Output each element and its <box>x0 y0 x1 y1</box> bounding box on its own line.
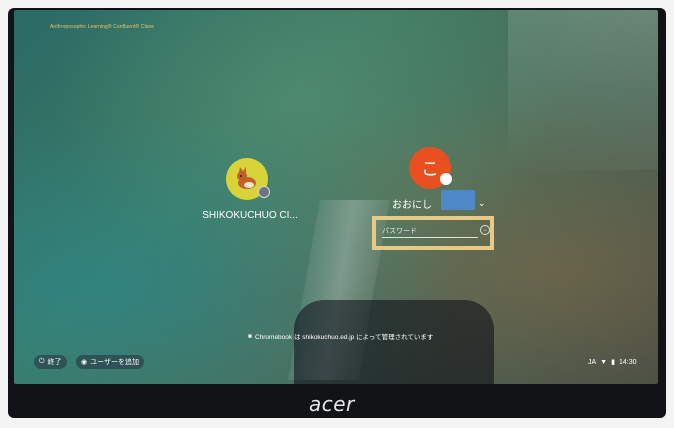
password-input[interactable] <box>382 225 478 238</box>
managed-badge-icon <box>258 186 270 198</box>
login-screen <box>14 10 658 384</box>
power-icon: ⏻ <box>39 358 45 365</box>
add-user-label: ユーザーを追加 <box>90 359 139 366</box>
arrow-right-icon[interactable]: → <box>480 225 490 235</box>
chevron-down-icon[interactable]: ⌄ <box>478 198 486 209</box>
wifi-icon: ▼ <box>600 358 608 366</box>
language-indicator: JA <box>588 358 597 366</box>
shutdown-button[interactable]: ⏻ 終了 <box>34 355 67 369</box>
avatar-initial: こ <box>421 159 439 179</box>
top-left-label: Anthroposophic Learning® Confluent® Clas… <box>50 24 154 30</box>
avatar-status-dot <box>440 173 452 185</box>
add-user-icon: ◉ <box>81 359 88 366</box>
managed-notice-text: Chromebook は shikokuchuo.ed.jp によって管理されて… <box>254 334 434 341</box>
acer-logo: acer <box>309 392 355 416</box>
user-name-oonishi: おおにし <box>392 200 432 211</box>
name-redaction <box>441 190 475 210</box>
enterprise-icon: ■ <box>248 332 252 340</box>
status-tray[interactable]: JA ▼ ▮ 14:30 <box>588 355 637 369</box>
clock: 14:30 <box>618 358 637 366</box>
add-user-button[interactable]: ◉ ユーザーを追加 <box>76 355 144 369</box>
shutdown-label: 終了 <box>47 359 62 366</box>
person-reflection <box>294 300 494 384</box>
battery-icon: ▮ <box>611 359 615 366</box>
managed-notice: ■ Chromebook は shikokuchuo.ed.jp によって管理さ… <box>248 331 434 342</box>
window-reflection <box>508 10 658 170</box>
user-name-shikokuchuo[interactable]: SHIKOKUCHUO CI... <box>190 210 310 221</box>
